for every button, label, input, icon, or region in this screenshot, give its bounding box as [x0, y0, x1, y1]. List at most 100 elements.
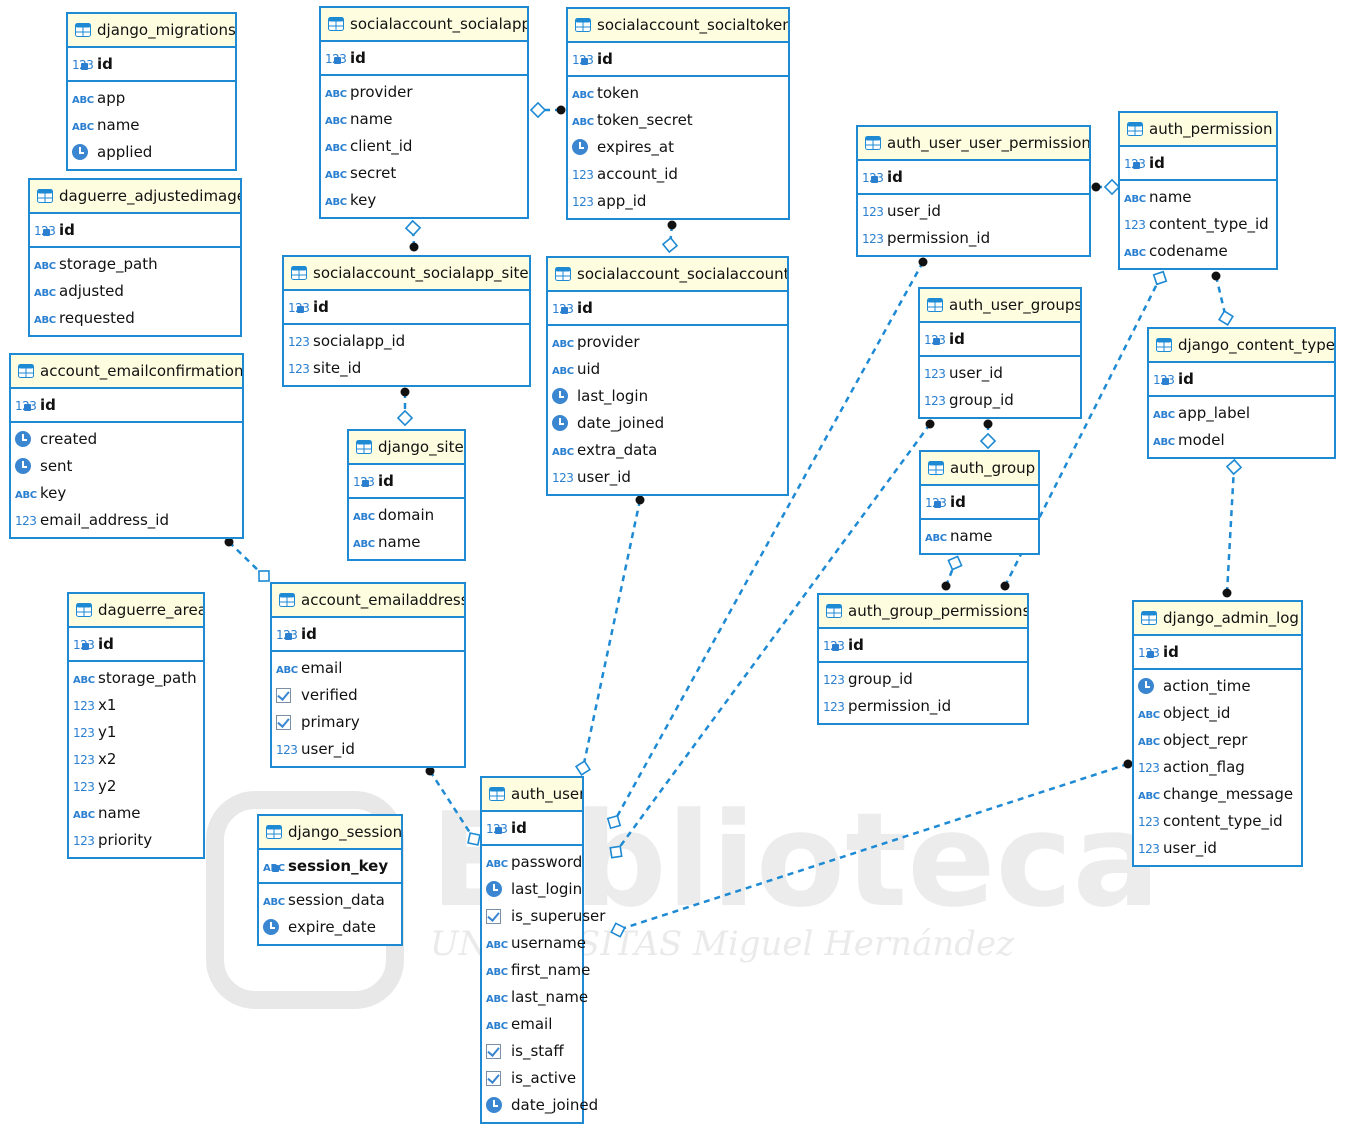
table-auth-group[interactable]: auth_group123idABCname [919, 450, 1040, 555]
primary-key-row[interactable]: 123id [11, 389, 242, 423]
column-row[interactable]: ABC client_id [321, 132, 527, 159]
column-row[interactable]: expires_at [568, 133, 788, 160]
column-row[interactable]: ABC password [482, 848, 582, 875]
column-row[interactable]: ABC name [68, 111, 235, 138]
column-row[interactable]: primary [272, 708, 464, 735]
column-row[interactable]: ABC app [68, 84, 235, 111]
table-header[interactable]: django_content_type [1149, 329, 1334, 363]
column-row[interactable]: ABC codename [1120, 237, 1276, 264]
column-row[interactable]: ABC name [69, 799, 203, 826]
relationship-auth-group-permissions-to-auth-group[interactable] [941, 555, 963, 591]
relationship-django-admin-log-to-django-content-type[interactable] [1222, 458, 1243, 598]
column-row[interactable]: date_joined [548, 409, 787, 436]
table-header[interactable]: auth_permission [1120, 113, 1276, 147]
column-row[interactable]: 123 account_id [568, 160, 788, 187]
column-row[interactable]: expire_date [259, 913, 401, 940]
table-account-emailaddress[interactable]: account_emailaddress123idABCemailverifie… [270, 582, 466, 768]
column-row[interactable]: applied [68, 138, 235, 165]
primary-key-row[interactable]: 123id [272, 618, 464, 652]
column-row[interactable]: sent [11, 452, 242, 479]
column-row[interactable]: ABC change_message [1134, 780, 1301, 807]
column-row[interactable]: ABC first_name [482, 956, 590, 983]
column-row[interactable]: 123 user_id [1134, 834, 1301, 861]
column-row[interactable]: 123 app_id [568, 187, 788, 214]
primary-key-row[interactable]: 123id [1149, 363, 1334, 397]
column-row[interactable]: ABC session_data [259, 886, 401, 913]
table-header[interactable]: auth_user [482, 778, 582, 812]
table-header[interactable]: auth_user_user_permissions [858, 127, 1089, 161]
table-header[interactable]: daguerre_area [69, 594, 203, 628]
column-row[interactable]: ABC key [321, 186, 527, 213]
primary-key-row[interactable]: 123id [1120, 147, 1276, 181]
column-row[interactable]: 123 action_flag [1134, 753, 1301, 780]
column-row[interactable]: ABC model [1149, 426, 1334, 453]
table-django-admin-log[interactable]: django_admin_log123idaction_timeABCobjec… [1132, 600, 1303, 867]
column-row[interactable]: date_joined [482, 1091, 598, 1118]
table-socialaccount-socialapp[interactable]: socialaccount_socialapp123idABCproviderA… [319, 6, 529, 219]
column-row[interactable]: ABC name [321, 105, 527, 132]
table-account-emailconfirmation[interactable]: account_emailconfirmation123idcreatedsen… [9, 353, 244, 539]
relationship-auth-user-groups-to-auth-group[interactable] [979, 419, 997, 450]
column-row[interactable]: ABC token_secret [568, 106, 788, 133]
column-row[interactable]: is_superuser [482, 902, 605, 929]
primary-key-row[interactable]: ABCsession_key [259, 850, 401, 884]
table-socialaccount-socialtoken[interactable]: socialaccount_socialtoken123idABCtokenAB… [566, 7, 790, 220]
table-header[interactable]: auth_user_groups [920, 289, 1080, 323]
column-row[interactable]: 123 user_id [272, 735, 464, 762]
column-row[interactable]: 123 user_id [548, 463, 787, 490]
column-row[interactable]: 123 email_address_id [11, 506, 242, 533]
column-row[interactable]: last_login [548, 382, 787, 409]
primary-key-row[interactable]: 123id [920, 323, 1080, 357]
table-django-site[interactable]: django_site123idABCdomainABCname [347, 429, 466, 561]
column-row[interactable]: 123 y2 [69, 772, 203, 799]
table-header[interactable]: socialaccount_socialapp_sites [284, 257, 529, 291]
table-socialaccount-socialapp-sites[interactable]: socialaccount_socialapp_sites123id123soc… [282, 255, 531, 387]
table-django-migrations[interactable]: django_migrations123idABCappABCnameappli… [66, 12, 237, 171]
relationship-socialaccount-socialaccount-to-auth-user[interactable] [574, 495, 645, 777]
primary-key-row[interactable]: 123id [1134, 636, 1301, 670]
table-header[interactable]: django_site [349, 431, 464, 465]
column-row[interactable]: 123 permission_id [858, 224, 1089, 251]
column-row[interactable]: ABC domain [349, 501, 464, 528]
table-socialaccount-socialaccount[interactable]: socialaccount_socialaccount123idABCprovi… [546, 256, 789, 496]
table-header[interactable]: account_emailaddress [272, 584, 464, 618]
table-header[interactable]: django_migrations [68, 14, 235, 48]
table-header[interactable]: account_emailconfirmation [11, 355, 242, 389]
table-header[interactable]: socialaccount_socialtoken [568, 9, 788, 43]
column-row[interactable]: created [11, 425, 242, 452]
column-row[interactable]: 123 group_id [819, 665, 1027, 692]
primary-key-row[interactable]: 123id [284, 291, 529, 325]
relationship-socialaccount-socialtoken-to-socialaccount-socialapp[interactable] [529, 101, 566, 119]
column-row[interactable]: ABC provider [548, 328, 787, 355]
relationship-socialaccount-socialapp-sites-to-socialaccount-socialapp[interactable] [404, 219, 422, 252]
table-header[interactable]: socialaccount_socialapp [321, 8, 527, 42]
column-row[interactable]: 123 x1 [69, 691, 203, 718]
column-row[interactable]: 123 site_id [284, 354, 529, 381]
relationship-auth-user-user-permissions-to-auth-permission[interactable] [1091, 178, 1121, 196]
relationship-account-emailaddress-to-auth-user[interactable] [425, 766, 481, 846]
primary-key-row[interactable]: 123id [321, 42, 527, 76]
primary-key-row[interactable]: 123id [68, 48, 235, 82]
column-row[interactable]: ABC storage_path [30, 250, 240, 277]
table-auth-user[interactable]: auth_user123idABCpasswordlast_loginis_su… [480, 776, 605, 1124]
column-row[interactable]: ABC provider [321, 78, 527, 105]
relationship-socialaccount-socialtoken-to-socialaccount-socialaccount[interactable] [661, 220, 679, 254]
primary-key-row[interactable]: 123id [568, 43, 788, 77]
column-row[interactable]: ABC object_repr [1134, 726, 1301, 753]
column-row[interactable]: ABC uid [548, 355, 787, 382]
column-row[interactable]: 123 content_type_id [1134, 807, 1301, 834]
column-row[interactable]: is_active [482, 1064, 582, 1091]
primary-key-row[interactable]: 123id [819, 629, 1027, 663]
table-django-session[interactable]: django_sessionABCsession_keyABCsession_d… [257, 814, 403, 946]
table-daguerre-area[interactable]: daguerre_area123idABCstorage_path123x112… [67, 592, 205, 859]
primary-key-row[interactable]: 123id [69, 628, 203, 662]
column-row[interactable]: 123 user_id [858, 197, 1089, 224]
table-header[interactable]: auth_group [921, 452, 1038, 486]
table-django-content-type[interactable]: django_content_type123idABCapp_labelABCm… [1147, 327, 1336, 459]
column-row[interactable]: ABC name [1120, 183, 1276, 210]
column-row[interactable]: ABC name [921, 522, 1038, 549]
relationship-auth-permission-to-django-content-type[interactable] [1211, 271, 1234, 326]
column-row[interactable]: last_login [482, 875, 582, 902]
primary-key-row[interactable]: 123id [349, 465, 464, 499]
column-row[interactable]: ABC adjusted [30, 277, 240, 304]
